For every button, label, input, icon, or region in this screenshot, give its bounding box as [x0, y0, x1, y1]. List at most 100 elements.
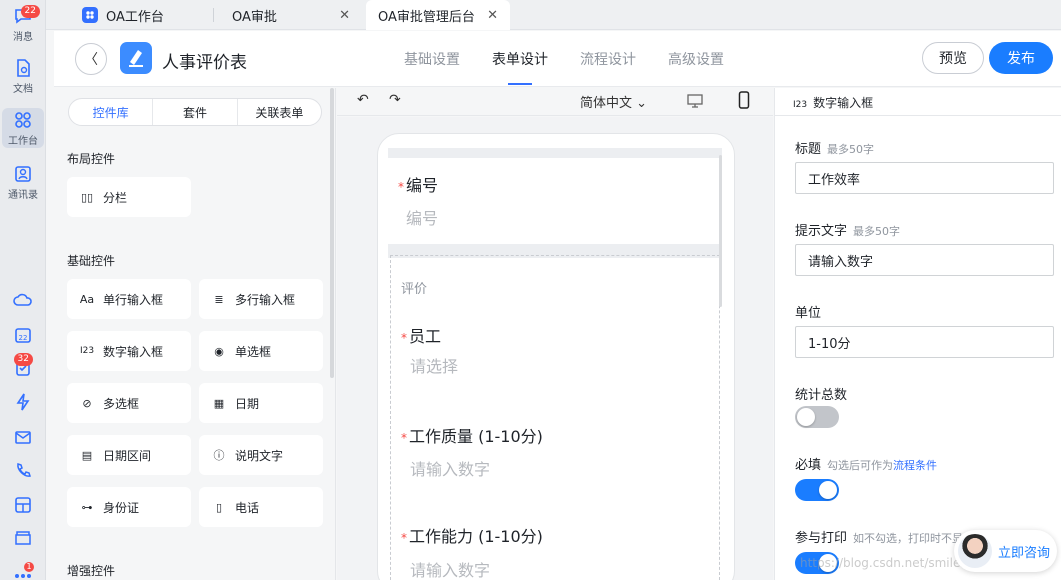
- widget-date[interactable]: ▦ 日期: [199, 383, 323, 423]
- widget-label: 电话: [235, 500, 260, 515]
- chevron-left-icon: 〈: [84, 52, 98, 68]
- calendar-grid-icon: ▦: [213, 396, 225, 410]
- field-label: * 工作能力 (1-10分): [401, 523, 543, 547]
- layout-widgets-title: 布局控件: [67, 152, 116, 166]
- widget-number[interactable]: I23 数字输入框: [67, 331, 191, 371]
- mobile-icon: ▯: [215, 500, 223, 514]
- language-select[interactable]: 简体中文 ⌄: [580, 92, 647, 111]
- required-mark: *: [401, 531, 407, 545]
- desktop-icon[interactable]: [687, 94, 703, 108]
- title-hint: 最多50字: [827, 143, 875, 156]
- form-app-icon: [129, 50, 143, 67]
- library-scrollbar[interactable]: [330, 88, 334, 378]
- unit-label: 单位: [795, 306, 822, 321]
- widget-phone[interactable]: ▯ 电话: [199, 487, 323, 527]
- widget-radio[interactable]: ◉ 单选框: [199, 331, 323, 371]
- layout-icon[interactable]: [13, 495, 33, 515]
- sum-toggle[interactable]: [795, 406, 839, 428]
- id-card-icon: ⊶: [81, 500, 93, 514]
- field-label-text: 工作能力 (1-10分): [409, 527, 543, 546]
- field-label-text: 编号: [406, 176, 439, 195]
- redo-icon[interactable]: ↷: [389, 92, 401, 108]
- app-rail: 消息 22 文档 工作台 通讯录 22 32 1: [0, 0, 46, 580]
- field-label: * 员工: [401, 323, 441, 347]
- form-body: * 编号 编号 评价 * 员工 请选择 * 工作质量 (1-10分) 请输入数字 * 工…: [388, 148, 722, 580]
- widget-label: 单选框: [235, 344, 272, 359]
- rail-docs[interactable]: 文档: [2, 56, 44, 96]
- rail-messages[interactable]: 消息 22: [2, 4, 44, 44]
- calendar-icon[interactable]: 22: [13, 325, 33, 345]
- placeholder-input[interactable]: 请输入数字: [795, 244, 1054, 276]
- undo-icon[interactable]: ↶: [357, 92, 369, 108]
- phone-icon[interactable]: [13, 461, 33, 481]
- step-process-design[interactable]: 流程设计: [580, 49, 636, 69]
- svg-text:22: 22: [19, 334, 28, 342]
- step-advanced-settings[interactable]: 高级设置: [668, 49, 724, 69]
- back-button[interactable]: 〈: [75, 43, 107, 75]
- placeholder-label-text: 提示文字: [795, 224, 848, 239]
- mail-icon[interactable]: [13, 427, 33, 447]
- step-basic-settings[interactable]: 基础设置: [404, 49, 460, 69]
- divider: [388, 148, 722, 158]
- widget-label: 数字输入框: [103, 344, 164, 359]
- lightning-icon[interactable]: [13, 392, 33, 412]
- print-label-text: 参与打印: [795, 531, 848, 546]
- field-label: * 工作质量 (1-10分): [401, 423, 543, 447]
- consult-button[interactable]: 立即咨询: [954, 530, 1057, 572]
- tab-oa-approval-admin[interactable]: OA审批管理后台 ✕: [366, 0, 510, 30]
- widget-date-range[interactable]: ▤ 日期区间: [67, 435, 191, 475]
- columns-icon: ▯▯: [80, 190, 94, 204]
- editor-header: 〈 人事评价表 基础设置 表单设计 流程设计 高级设置 预览 发布: [54, 31, 1061, 87]
- tab-kits[interactable]: 套件: [153, 99, 238, 125]
- canvas-toolbar: ↶ ↷ 简体中文 ⌄: [337, 88, 773, 116]
- info-icon: ⓘ: [213, 449, 225, 462]
- radio-icon: ◉: [214, 344, 224, 358]
- group-title: 评价: [401, 282, 428, 297]
- tab-oa-approval[interactable]: OA审批 ✕: [220, 0, 362, 30]
- field-placeholder: 请输入数字: [410, 460, 491, 479]
- close-icon[interactable]: ✕: [487, 8, 498, 23]
- calendar-range-icon: ▤: [81, 448, 93, 462]
- check-circle-icon: ⊘: [82, 396, 92, 410]
- tab-widgets[interactable]: 控件库: [69, 99, 154, 125]
- preview-button[interactable]: 预览: [922, 42, 984, 74]
- props-header: I23 数字输入框: [775, 88, 1061, 116]
- tab-label: OA审批: [232, 9, 277, 25]
- rail-messages-label: 消息: [13, 31, 33, 43]
- text-aa-icon: Aa: [79, 292, 95, 306]
- widget-multi-line[interactable]: ≣ 多行输入框: [199, 279, 323, 319]
- paragraph-icon: ≣: [214, 292, 224, 306]
- required-toggle[interactable]: [795, 479, 839, 501]
- publish-button[interactable]: 发布: [989, 42, 1053, 74]
- tab-linked-forms[interactable]: 关联表单: [238, 99, 321, 125]
- placeholder-hint: 最多50字: [853, 225, 901, 238]
- tab-oa-workbench[interactable]: OA工作台: [70, 0, 214, 30]
- rail-contacts[interactable]: 通讯录: [2, 162, 44, 202]
- avatar: [958, 534, 992, 568]
- rail-workbench[interactable]: 工作台: [2, 108, 44, 148]
- cloud-icon[interactable]: [13, 290, 33, 310]
- number-icon: I23: [79, 346, 95, 356]
- widget-id-card[interactable]: ⊶ 身份证: [67, 487, 191, 527]
- widget-checkbox[interactable]: ⊘ 多选框: [67, 383, 191, 423]
- title-input[interactable]: 工作效率: [795, 162, 1054, 194]
- close-icon[interactable]: ✕: [339, 8, 350, 23]
- unit-input[interactable]: 1-10分: [795, 326, 1054, 358]
- props-header-label: 数字输入框: [813, 96, 874, 110]
- step-form-design[interactable]: 表单设计: [492, 49, 548, 69]
- widget-columns[interactable]: ▯▯ 分栏: [67, 177, 191, 217]
- more-icon[interactable]: [13, 568, 33, 580]
- document-icon: [17, 58, 30, 77]
- active-step-indicator: [508, 83, 532, 85]
- process-condition-link[interactable]: 流程条件: [893, 459, 937, 472]
- consult-label: 立即咨询: [998, 545, 1051, 561]
- widget-label: 说明文字: [235, 448, 284, 463]
- mobile-view-icon[interactable]: [738, 91, 750, 109]
- rail-contacts-label: 通讯录: [8, 189, 38, 201]
- widget-single-line[interactable]: Aa 单行输入框: [67, 279, 191, 319]
- box-icon[interactable]: [13, 528, 33, 548]
- widget-description[interactable]: ⓘ 说明文字: [199, 435, 323, 475]
- canvas-scrollbar[interactable]: [719, 155, 722, 307]
- field-label: * 编号: [398, 172, 438, 196]
- widget-library: 控件库 套件 关联表单 布局控件 ▯▯ 分栏 基础控件 Aa 单行输入框 ≣ 多行输入…: [54, 88, 336, 580]
